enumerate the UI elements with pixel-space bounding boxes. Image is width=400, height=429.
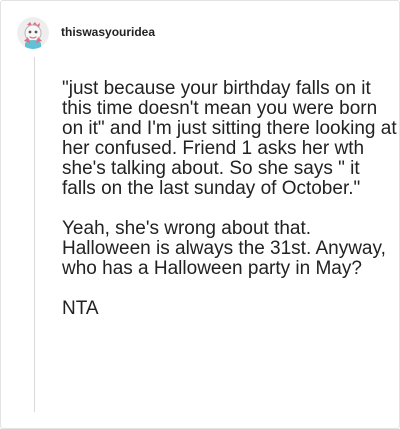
post-paragraph: NTA <box>62 298 99 319</box>
post-body: "just because your birthday falls on it … <box>62 79 398 319</box>
post-header: thiswasyouridea <box>17 15 155 51</box>
thread-line <box>34 57 35 412</box>
username[interactable]: thiswasyouridea <box>61 25 155 39</box>
character-avatar-icon <box>17 17 49 49</box>
post-paragraph: "just because your birthday falls on it … <box>62 78 397 199</box>
post-card: thiswasyouridea "just because your birth… <box>0 0 400 429</box>
user-avatar[interactable] <box>17 17 49 49</box>
post-paragraph: Yeah, she's wrong about that. Halloween … <box>62 218 386 279</box>
